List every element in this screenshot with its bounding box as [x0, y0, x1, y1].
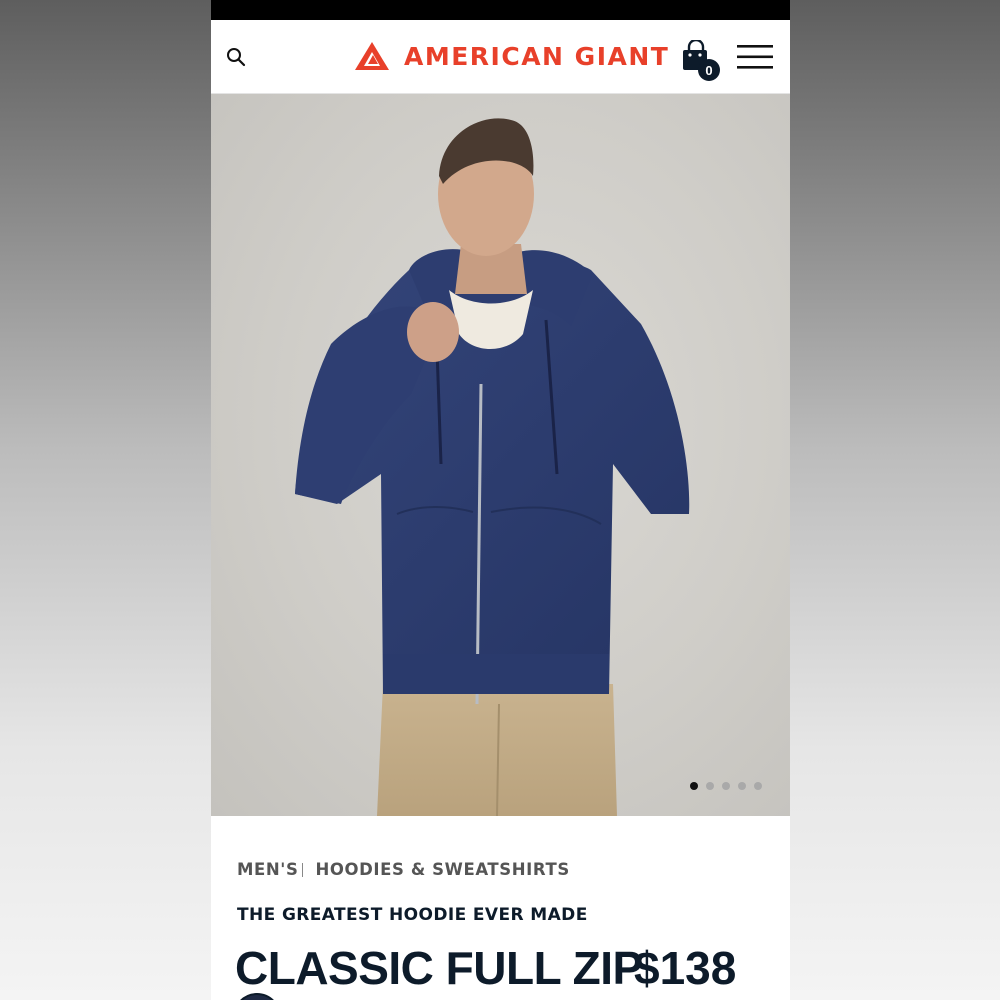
carousel-pagination: [690, 782, 762, 790]
menu-button[interactable]: [736, 42, 774, 72]
hamburger-menu-icon: [737, 45, 773, 69]
brand-logo[interactable]: AMERICAN GIANT: [354, 38, 669, 74]
product-image-carousel[interactable]: [211, 94, 790, 816]
product-tagline: THE GREATEST HOODIE EVER MADE: [237, 905, 588, 925]
product-photo: [295, 118, 690, 816]
cart-button[interactable]: 0: [681, 40, 723, 82]
search-icon: [227, 48, 246, 67]
site-header: AMERICAN GIANT 0: [211, 20, 790, 94]
product-title: CLASSIC FULL ZIP: [235, 942, 643, 994]
phone-screen: AMERICAN GIANT 0 MEN'S HOODIES & SWEATSH…: [211, 0, 790, 1000]
brand-logo-icon: [355, 42, 389, 70]
product-price: $138: [634, 942, 737, 994]
carousel-dot-3[interactable]: [722, 782, 730, 790]
status-bar: [211, 0, 790, 20]
breadcrumb-mens[interactable]: MEN'S: [237, 860, 298, 879]
breadcrumb: MEN'S HOODIES & SWEATSHIRTS: [237, 860, 570, 879]
search-button[interactable]: [224, 45, 248, 69]
breadcrumb-hoodies-sweatshirts[interactable]: HOODIES & SWEATSHIRTS: [315, 860, 569, 879]
breadcrumb-separator: [302, 862, 304, 877]
carousel-dot-2[interactable]: [706, 782, 714, 790]
product-details: MEN'S HOODIES & SWEATSHIRTS THE GREATEST…: [211, 816, 790, 1000]
carousel-dot-1[interactable]: [690, 782, 698, 790]
carousel-dot-4[interactable]: [738, 782, 746, 790]
brand-name: AMERICAN GIANT: [404, 41, 670, 71]
cart-count-badge: 0: [698, 59, 720, 81]
carousel-dot-5[interactable]: [754, 782, 762, 790]
